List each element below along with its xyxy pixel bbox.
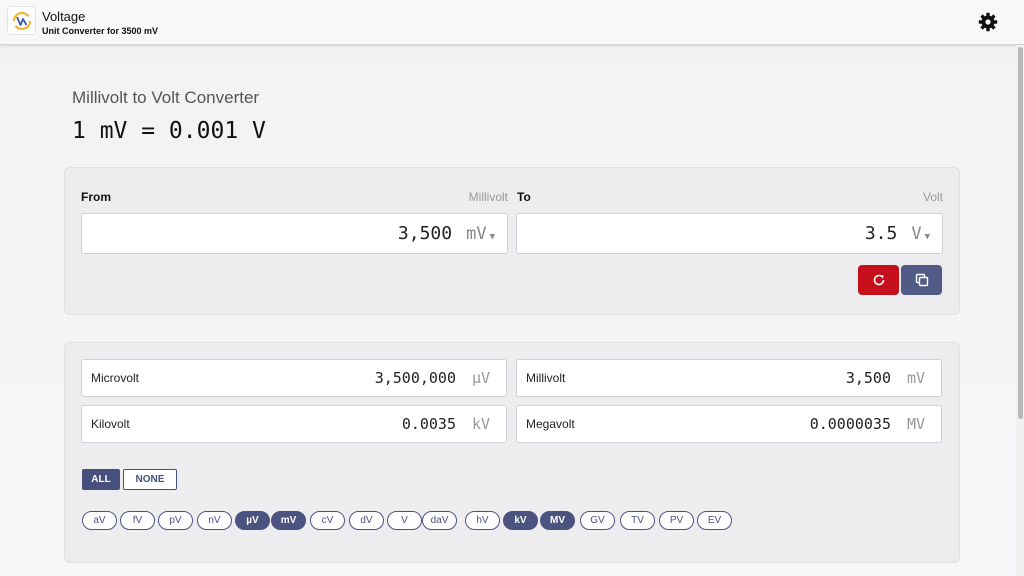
unit-chip-gv[interactable]: GV <box>580 511 615 530</box>
from-unit: mV <box>466 223 487 244</box>
to-label: To <box>517 190 531 204</box>
result-value: 3,500 <box>845 369 891 387</box>
app-name: Voltage <box>42 9 86 24</box>
unit-chip-fv[interactable]: fV <box>120 511 155 530</box>
to-value-input[interactable]: 3.5 V ▼ <box>516 213 943 254</box>
scrollbar-thumb[interactable] <box>1018 47 1023 419</box>
unit-chip-tv[interactable]: TV <box>620 511 655 530</box>
result-unit: kV <box>471 415 490 433</box>
unit-chip-dv[interactable]: dV <box>349 511 384 530</box>
copy-icon <box>915 273 928 287</box>
to-unit-select[interactable]: V ▼ <box>911 224 930 244</box>
unit-chip-kv[interactable]: kV <box>503 511 538 530</box>
unit-chip-pev[interactable]: PV <box>659 511 694 530</box>
to-value: 3.5 <box>864 223 898 244</box>
result-name: Kilovolt <box>91 417 130 431</box>
from-value-input[interactable]: 3,500 mV ▼ <box>81 213 508 254</box>
to-unit-name: Volt <box>922 190 943 204</box>
from-unit-select[interactable]: mV ▼ <box>466 224 495 244</box>
unit-chip-megav[interactable]: MV <box>540 511 575 530</box>
select-none-button[interactable]: NONE <box>123 469 177 490</box>
app-header: Voltage Unit Converter for 3500 mV <box>0 0 1024 45</box>
result-unit: mV <box>906 369 925 387</box>
from-value: 3,500 <box>397 223 453 244</box>
result-value: 0.0000035 <box>809 415 891 433</box>
unit-chip-hv[interactable]: hV <box>465 511 500 530</box>
reset-icon <box>873 274 884 286</box>
unit-chip-dav[interactable]: daV <box>422 511 457 530</box>
unit-chip-mv[interactable]: mV <box>271 511 306 530</box>
result-card[interactable]: Microvolt 3,500,000 µV <box>81 359 507 397</box>
reset-button[interactable] <box>858 265 899 295</box>
chevron-down-icon: ▼ <box>489 231 495 242</box>
to-unit: V <box>911 223 922 244</box>
result-value: 0.0035 <box>401 415 456 433</box>
result-card[interactable]: Megavolt 0.0000035 MV <box>516 405 942 443</box>
unit-chip-v[interactable]: V <box>387 511 422 530</box>
from-unit-name: Millivolt <box>468 190 508 204</box>
result-unit: MV <box>906 415 925 433</box>
result-name: Microvolt <box>91 371 140 385</box>
result-card[interactable]: Kilovolt 0.0035 kV <box>81 405 507 443</box>
result-unit: µV <box>471 369 490 387</box>
unit-chip-uv[interactable]: µV <box>235 511 270 530</box>
app-subtitle: Unit Converter for 3500 mV <box>42 26 159 36</box>
result-name: Millivolt <box>526 371 566 385</box>
result-value: 3,500,000 <box>374 369 456 387</box>
voltage-logo-icon <box>7 6 36 35</box>
unit-chip-pv[interactable]: pV <box>158 511 193 530</box>
copy-button[interactable] <box>901 265 942 295</box>
unit-chip-cv[interactable]: cV <box>310 511 345 530</box>
gear-icon <box>978 12 998 32</box>
from-label: From <box>81 190 111 204</box>
select-all-button[interactable]: ALL <box>82 469 120 490</box>
result-card[interactable]: Millivolt 3,500 mV <box>516 359 942 397</box>
page-title: Millivolt to Volt Converter <box>72 88 260 107</box>
settings-button[interactable] <box>977 11 999 33</box>
conversion-formula: 1 mV = 0.001 V <box>72 118 266 144</box>
unit-chip-av[interactable]: aV <box>82 511 117 530</box>
chevron-down-icon: ▼ <box>924 231 930 242</box>
unit-chip-ev[interactable]: EV <box>697 511 732 530</box>
result-name: Megavolt <box>526 417 575 431</box>
unit-chip-nv[interactable]: nV <box>197 511 232 530</box>
